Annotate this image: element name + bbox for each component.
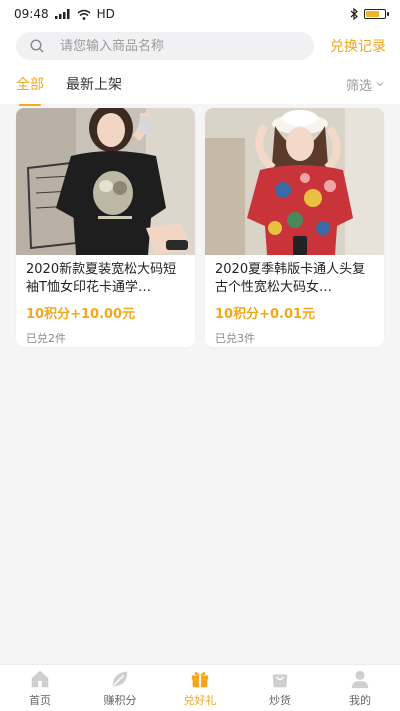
product-title: 2020夏季韩版卡通人头复古个性宽松大码女… [215,262,366,295]
home-icon [31,670,49,688]
status-time: 09:48 [14,7,49,21]
wifi-icon [77,9,91,20]
status-left: 09:48 HD [14,7,115,21]
gift-icon [191,672,209,688]
chevron-down-icon [376,82,384,87]
status-bar: 09:48 HD [0,0,400,28]
product-card[interactable]: 2020新款夏装宽松大码短袖T恤女印花卡通学… 10积分+10.00元 已兑2件 [16,108,195,347]
card-body: 2020夏季韩版卡通人头复古个性宽松大码女… 10积分+0.01元 已兑3件 [205,255,384,346]
nav-label: 首页 [29,694,51,707]
product-price: 10积分+10.00元 [26,307,136,322]
product-title: 2020新款夏装宽松大码短袖T恤女印花卡通学… [26,262,177,295]
bottom-nav: 首页 赚积分 兑好礼 炒货 我的 [0,664,400,711]
nav-label: 我的 [349,694,371,707]
nav-hot-goods[interactable]: 炒货 [245,668,315,708]
nav-home[interactable]: 首页 [5,668,75,708]
product-image[interactable] [16,108,195,255]
product-sold-count: 已兑3件 [215,332,255,345]
status-right [350,8,389,20]
product-card[interactable]: 2020夏季韩版卡通人头复古个性宽松大码女… 10积分+0.01元 已兑3件 [205,108,384,347]
nav-label: 兑好礼 [183,694,217,707]
bag-icon [272,674,288,688]
search-input[interactable] [58,37,262,55]
search-box[interactable] [16,32,314,60]
nav-mine[interactable]: 我的 [325,668,395,708]
nav-label: 炒货 [269,694,291,707]
leaf-icon [112,671,128,687]
filter-label: 筛选 [345,78,372,94]
nav-label: 赚积分 [103,694,137,707]
product-grid: 2020新款夏装宽松大码短袖T恤女印花卡通学… 10积分+10.00元 已兑2件 [16,108,384,347]
tabs-row: 全部 最新上架 筛选 [0,64,400,104]
tab-all[interactable]: 全部 [16,74,44,94]
search-icon [30,39,44,53]
product-sold-count: 已兑2件 [26,332,66,345]
exchange-records-link[interactable]: 兑换记录 [330,36,386,56]
card-body: 2020新款夏装宽松大码短袖T恤女印花卡通学… 10积分+10.00元 已兑2件 [16,255,195,346]
filter-button[interactable]: 筛选 [346,75,384,94]
nav-earn-points[interactable]: 赚积分 [85,668,155,708]
network-label: HD [96,7,115,21]
search-row: 兑换记录 [0,28,400,64]
bluetooth-icon [350,8,358,20]
user-icon [351,670,369,689]
nav-redeem-gifts[interactable]: 兑好礼 [165,668,235,708]
product-image[interactable] [205,108,384,255]
product-price: 10积分+0.01元 [215,307,316,322]
tab-new-arrivals[interactable]: 最新上架 [66,74,122,94]
battery-icon [364,9,389,19]
signal-icon [54,9,70,19]
